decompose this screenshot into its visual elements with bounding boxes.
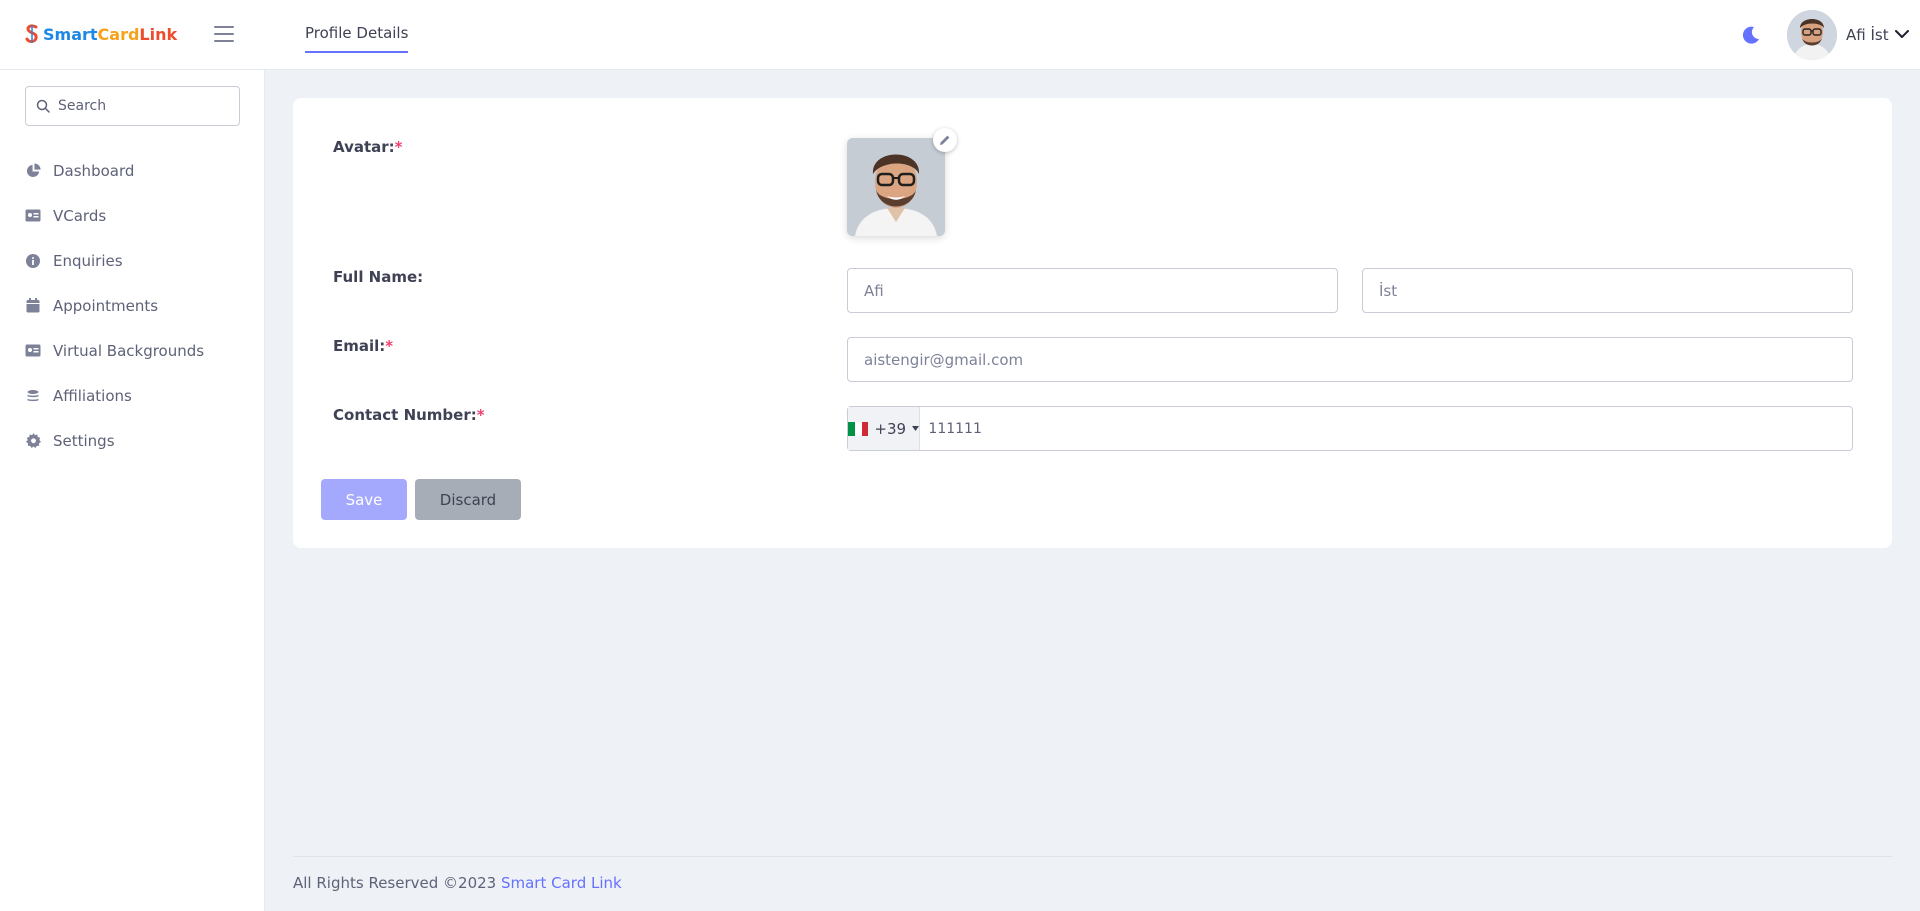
hamburger-menu-icon[interactable] xyxy=(214,26,234,42)
tab-profile-details[interactable]: Profile Details xyxy=(305,24,409,53)
sidebar-item-dashboard[interactable]: Dashboard xyxy=(0,148,265,193)
first-name-field[interactable] xyxy=(847,268,1338,313)
email-field[interactable] xyxy=(847,337,1853,382)
brand-word-card: Card xyxy=(97,24,140,44)
user-avatar[interactable] xyxy=(1787,10,1837,60)
sidebar-item-label: Affiliations xyxy=(53,386,132,405)
avatar-image[interactable] xyxy=(847,138,945,236)
footer-link-smart-card-link[interactable]: Smart Card Link xyxy=(501,874,622,892)
logo-mark-icon xyxy=(25,24,38,43)
sidebar-nav: Dashboard VCards Enquiries Appointments … xyxy=(0,148,265,463)
brand-word-smart: Smart xyxy=(43,24,98,44)
top-header: Smart Card Link Profile Details Afi İst xyxy=(0,0,1920,70)
sidebar-item-vcards[interactable]: VCards xyxy=(0,193,265,238)
discard-button[interactable]: Discard xyxy=(415,479,521,520)
email-label: Email:* xyxy=(333,337,394,355)
chevron-down-icon[interactable] xyxy=(1894,28,1910,40)
pie-chart-icon xyxy=(25,163,41,179)
avatar-photo xyxy=(847,138,945,236)
user-name[interactable]: Afi İst xyxy=(1846,26,1889,44)
last-name-field[interactable] xyxy=(1362,268,1853,313)
avatar-label: Avatar:* xyxy=(333,138,403,156)
full-name-label: Full Name: xyxy=(333,268,424,286)
user-avatar-image xyxy=(1787,10,1837,60)
sidebar-item-label: Dashboard xyxy=(53,161,135,180)
sidebar-item-label: Enquiries xyxy=(53,251,123,270)
footer-divider xyxy=(293,856,1892,857)
id-card-icon xyxy=(25,343,41,359)
brand-word-link: Link xyxy=(139,24,178,44)
country-code-select[interactable]: +39 xyxy=(848,407,921,450)
sidebar-item-virtual-backgrounds[interactable]: Virtual Backgrounds xyxy=(0,328,265,373)
sidebar: Dashboard VCards Enquiries Appointments … xyxy=(0,70,265,911)
sidebar-item-label: Appointments xyxy=(53,296,159,315)
gear-icon xyxy=(25,433,41,449)
save-button[interactable]: Save xyxy=(321,479,407,520)
sidebar-item-appointments[interactable]: Appointments xyxy=(0,283,265,328)
sidebar-item-label: VCards xyxy=(53,206,107,225)
calendar-icon xyxy=(25,298,41,314)
required-mark: * xyxy=(476,406,485,424)
sidebar-item-settings[interactable]: Settings xyxy=(0,418,265,463)
search-input[interactable] xyxy=(58,98,218,114)
id-card-icon xyxy=(25,208,41,224)
profile-details-card: Avatar:* Full Name: Email:* Contact Numb… xyxy=(293,98,1892,548)
coins-stack-icon xyxy=(25,388,41,404)
contact-number-field[interactable]: +39 xyxy=(847,406,1853,451)
email-input[interactable] xyxy=(864,350,1852,369)
first-name-input[interactable] xyxy=(864,281,1337,300)
sidebar-item-label: Virtual Backgrounds xyxy=(53,341,205,360)
sidebar-item-affiliations[interactable]: Affiliations xyxy=(0,373,265,418)
sidebar-search[interactable] xyxy=(25,86,240,126)
brand-logo[interactable]: Smart Card Link xyxy=(24,23,177,45)
caret-down-icon xyxy=(912,426,920,431)
required-mark: * xyxy=(385,337,394,355)
edit-avatar-pencil-icon[interactable] xyxy=(933,128,957,152)
required-mark: * xyxy=(394,138,403,156)
phone-number-input[interactable] xyxy=(920,420,1852,437)
country-code: +39 xyxy=(874,419,907,438)
italy-flag-icon xyxy=(848,421,869,436)
contact-number-label: Contact Number:* xyxy=(333,406,485,424)
dark-mode-moon-icon[interactable] xyxy=(1740,24,1762,46)
last-name-input[interactable] xyxy=(1379,281,1852,300)
footer: All Rights Reserved ©2023 Smart Card Lin… xyxy=(293,874,622,892)
info-circle-icon xyxy=(25,253,41,269)
footer-copyright: All Rights Reserved ©2023 xyxy=(293,874,501,892)
search-icon xyxy=(36,99,50,113)
sidebar-item-label: Settings xyxy=(53,431,115,450)
sidebar-item-enquiries[interactable]: Enquiries xyxy=(0,238,265,283)
